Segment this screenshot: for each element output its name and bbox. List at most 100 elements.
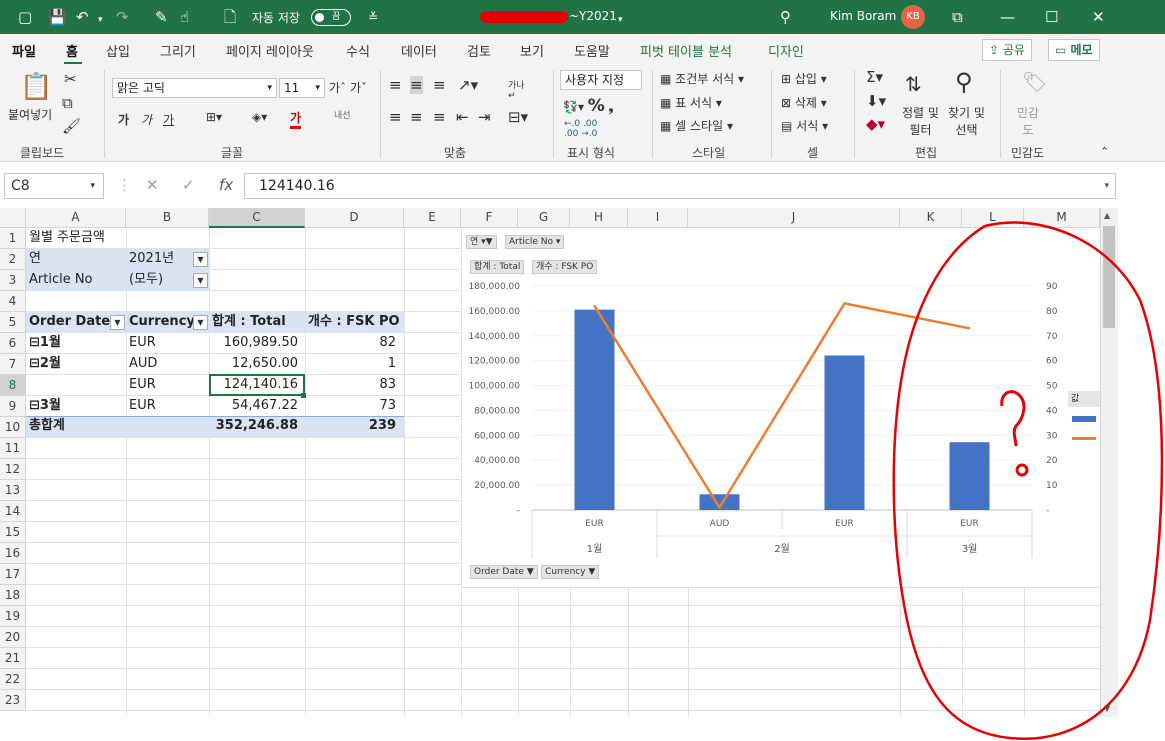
currency-icon[interactable]: 💱▾ % ❟ [563,96,613,116]
column-header-d[interactable]: D [305,208,404,228]
row-header-9[interactable]: 9 [0,396,26,417]
format-table-button[interactable]: ▦ 표 서식 ▾ [660,94,722,111]
column-header-b[interactable]: B [126,208,209,228]
dropdown-icon[interactable]: ▼ [193,315,208,330]
row-currency[interactable]: EUR [129,375,199,395]
font-shrink-icon[interactable]: 가ˇ [350,79,367,96]
phonetic-icon[interactable]: 내선 [334,108,351,121]
filter-icon[interactable]: ▼ [193,252,208,267]
align-left-icon[interactable]: ≡ [389,108,402,126]
comments-button[interactable]: ▭ 메모 [1048,39,1100,61]
column-header-c[interactable]: C [209,208,305,228]
tab-view[interactable]: 보기 [520,41,544,60]
header-currency[interactable]: Currency [129,312,195,332]
tab-formulas[interactable]: 수식 [346,41,370,60]
delete-cells-button[interactable]: ⊠ 삭제 ▾ [781,94,827,111]
sort-filter-icon[interactable]: ⇅ [905,72,922,96]
tab-file[interactable]: 파일 [12,41,36,60]
chevron-down-icon[interactable]: ▾ [98,11,103,29]
align-top-icon[interactable]: ≡ [389,76,402,94]
filter-year-label[interactable]: 연 [29,249,41,269]
cut-icon[interactable]: ✂ [64,70,77,88]
row-header-22[interactable]: 22 [0,669,26,690]
find-select-label[interactable]: 찾기 및 선택 [948,104,985,138]
column-header-h[interactable]: H [570,208,628,228]
row-header-18[interactable]: 18 [0,585,26,606]
cell-style-button[interactable]: ▦ 셀 스타일 ▾ [660,117,733,134]
fill-color-icon[interactable]: ◈▾ [252,110,267,124]
dropdown-icon[interactable]: ▼ [193,273,208,288]
insert-function-icon[interactable]: fx [219,176,233,194]
cancel-icon[interactable]: ✕ [146,176,159,194]
tab-insert[interactable]: 삽입 [106,41,130,60]
chevron-down-icon[interactable]: ▾ [618,11,623,29]
decimal-icons[interactable]: ←.0 .00.00 →.0 [564,119,597,139]
ribbon-display-icon[interactable]: ⧉ [952,8,963,26]
chart-axis-button-currency[interactable]: Currency ▼ [541,565,600,579]
pivot-title[interactable]: 월별 주문금액 [29,228,105,248]
grand-total-value[interactable]: 352,246.88 [212,416,298,436]
row-header-2[interactable]: 2 [0,249,26,270]
minimize-icon[interactable]: — [1000,8,1015,26]
header-count[interactable]: 개수 : FSK PO [308,312,400,332]
row-header-7[interactable]: 7 [0,354,26,375]
format-painter-icon[interactable]: 🖌 [62,117,81,135]
select-all-corner[interactable] [0,208,26,228]
enter-icon[interactable]: ✓ [182,176,195,194]
header-total[interactable]: 합계 : Total [212,312,286,332]
close-icon[interactable]: ✕ [1092,8,1105,26]
bold-icon[interactable]: 가 [118,111,129,128]
row-header-21[interactable]: 21 [0,648,26,669]
row-header-5[interactable]: 5 [0,312,26,333]
column-header-g[interactable]: G [518,208,570,228]
row-count[interactable]: 73 [308,396,396,416]
column-header-l[interactable]: L [962,208,1024,228]
tab-page-layout[interactable]: 페이지 레이아웃 [226,41,314,60]
row-order-date[interactable]: ⊟3월 [29,396,119,416]
filter-year-value[interactable]: 2021년 [129,249,174,269]
grand-count-value[interactable]: 239 [308,416,396,436]
column-header-i[interactable]: I [628,208,688,228]
dropdown-icon[interactable]: ▼ [110,315,125,330]
paste-icon[interactable]: 📋 [20,72,52,102]
tab-data[interactable]: 데이터 [401,41,437,60]
sort-filter-label[interactable]: 정렬 및 필터 [902,104,939,138]
underline-icon[interactable]: 가 [163,111,174,128]
format-cells-button[interactable]: ▤ 서식 ▾ [781,117,828,134]
grand-total-label[interactable]: 총합계 [29,416,65,436]
column-header-f[interactable]: F [461,208,518,228]
row-header-3[interactable]: 3 [0,270,26,291]
tab-pivot-analyze[interactable]: 피벗 테이블 분석 [640,41,732,60]
search-icon[interactable]: ⚲ [780,8,791,26]
row-header-20[interactable]: 20 [0,627,26,648]
row-header-15[interactable]: 15 [0,522,26,543]
row-header-11[interactable]: 11 [0,438,26,459]
wrap-text-icon[interactable]: 가나 ↵ [508,78,525,101]
tab-draw[interactable]: 그리기 [160,41,196,60]
brush-icon[interactable]: ✎ [155,8,168,26]
row-order-date[interactable]: ⊟2월 [29,354,119,374]
filter-article-label[interactable]: Article No [29,270,93,290]
column-header-k[interactable]: K [900,208,962,228]
collapse-ribbon-icon[interactable]: ⌃ [1100,145,1109,158]
autosum-icon[interactable]: Σ▾ [866,68,883,86]
row-header-6[interactable]: 6 [0,333,26,354]
tab-home[interactable]: 홈 [66,41,78,60]
avatar[interactable]: KB [901,5,925,29]
align-right-icon[interactable]: ≡ [433,108,446,126]
save-icon[interactable]: 💾 [48,8,67,26]
tab-review[interactable]: 검토 [467,41,491,60]
border-icon[interactable]: ⊞▾ [206,110,222,124]
row-total[interactable]: 54,467.22 [212,396,298,416]
row-currency[interactable]: AUD [129,354,199,374]
row-currency[interactable]: EUR [129,333,199,353]
align-center-icon[interactable]: ≡ [410,108,423,126]
row-currency[interactable]: EUR [129,396,199,416]
align-bottom-icon[interactable]: ≡ [433,76,446,94]
row-header-8[interactable]: 8 [0,375,26,396]
find-icon[interactable]: ⚲ [955,68,973,96]
column-header-a[interactable]: A [26,208,126,228]
italic-icon[interactable]: 가 [141,111,152,128]
filter-article-value[interactable]: (모두) [129,270,163,290]
selected-cell[interactable] [209,374,305,396]
